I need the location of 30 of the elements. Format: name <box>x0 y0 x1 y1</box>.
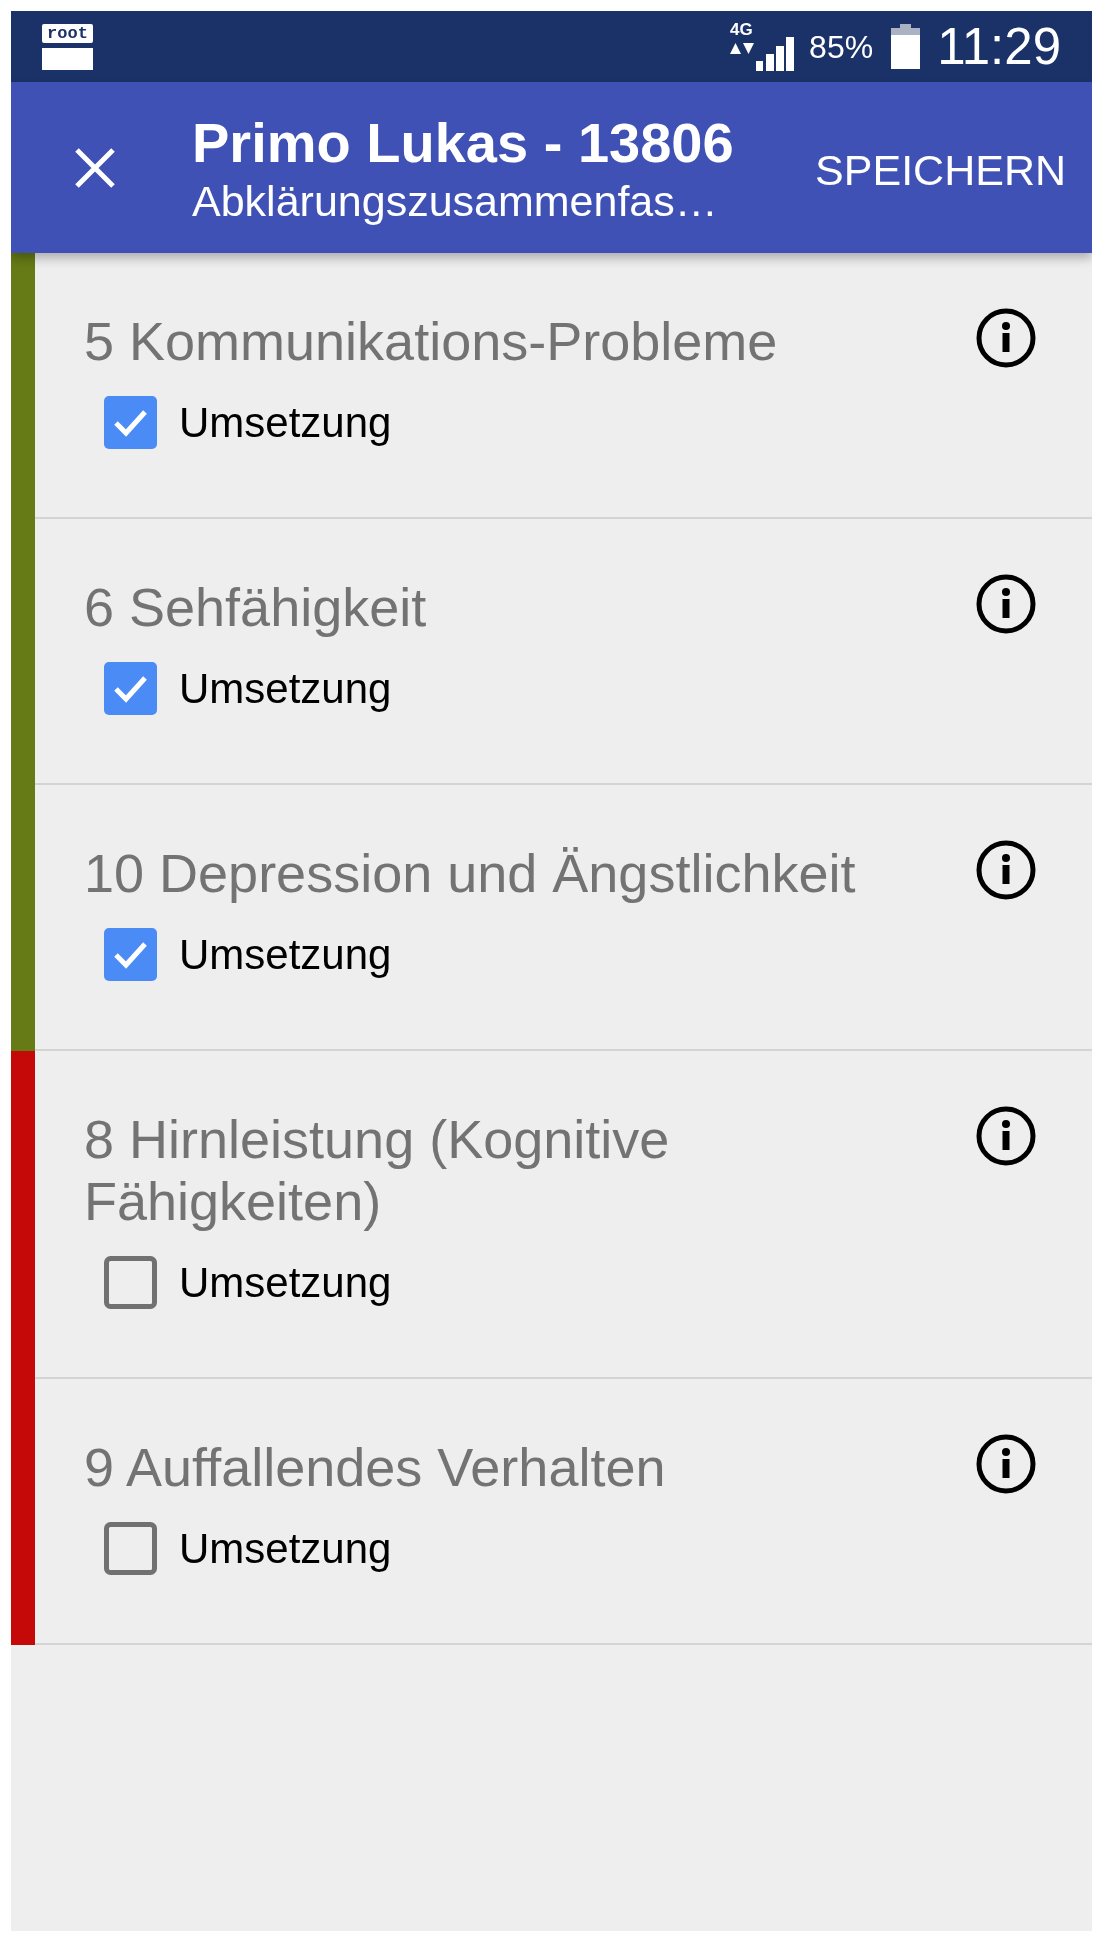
checkbox-label[interactable]: Umsetzung <box>179 928 392 981</box>
info-icon[interactable] <box>976 1106 1036 1166</box>
close-icon[interactable] <box>74 146 116 189</box>
checkbox[interactable] <box>104 928 157 981</box>
checkbox-label[interactable]: Umsetzung <box>179 1522 392 1575</box>
info-icon[interactable] <box>976 308 1036 368</box>
checkbox-label[interactable]: Umsetzung <box>179 1256 392 1309</box>
screen-subtitle: Abklärungszusammenfas… <box>192 175 719 227</box>
item-title: 8 Hirnleistung (Kognitive Fähigkeiten) <box>84 1108 671 1232</box>
checkbox[interactable] <box>104 662 157 715</box>
info-icon[interactable] <box>976 1434 1036 1494</box>
clock: 11:29 <box>937 18 1061 75</box>
checkbox-label[interactable]: Umsetzung <box>179 662 392 715</box>
item-title: 10 Depression und Ängstlichkeit <box>84 842 857 904</box>
item-title: 6 Sehfähigkeit <box>84 576 428 638</box>
battery-percent: 85% <box>809 28 874 65</box>
checkbox[interactable] <box>104 1256 157 1309</box>
checkbox-label[interactable]: Umsetzung <box>179 396 392 449</box>
info-icon[interactable] <box>976 840 1036 900</box>
info-icon[interactable] <box>976 574 1036 634</box>
network-type: 4G <box>730 21 753 37</box>
data-arrows-icon <box>730 42 755 54</box>
checkbox[interactable] <box>104 1522 157 1575</box>
signal-bars-icon <box>756 36 795 71</box>
screen-title: Primo Lukas - 13806 <box>192 110 735 175</box>
item-title: 9 Auffallendes Verhalten <box>84 1436 667 1498</box>
battery-icon <box>891 24 921 69</box>
item-title: 5 Kommunikations-Probleme <box>84 310 779 372</box>
save-button[interactable]: SPEICHERN <box>815 140 1066 195</box>
checkbox[interactable] <box>104 396 157 449</box>
